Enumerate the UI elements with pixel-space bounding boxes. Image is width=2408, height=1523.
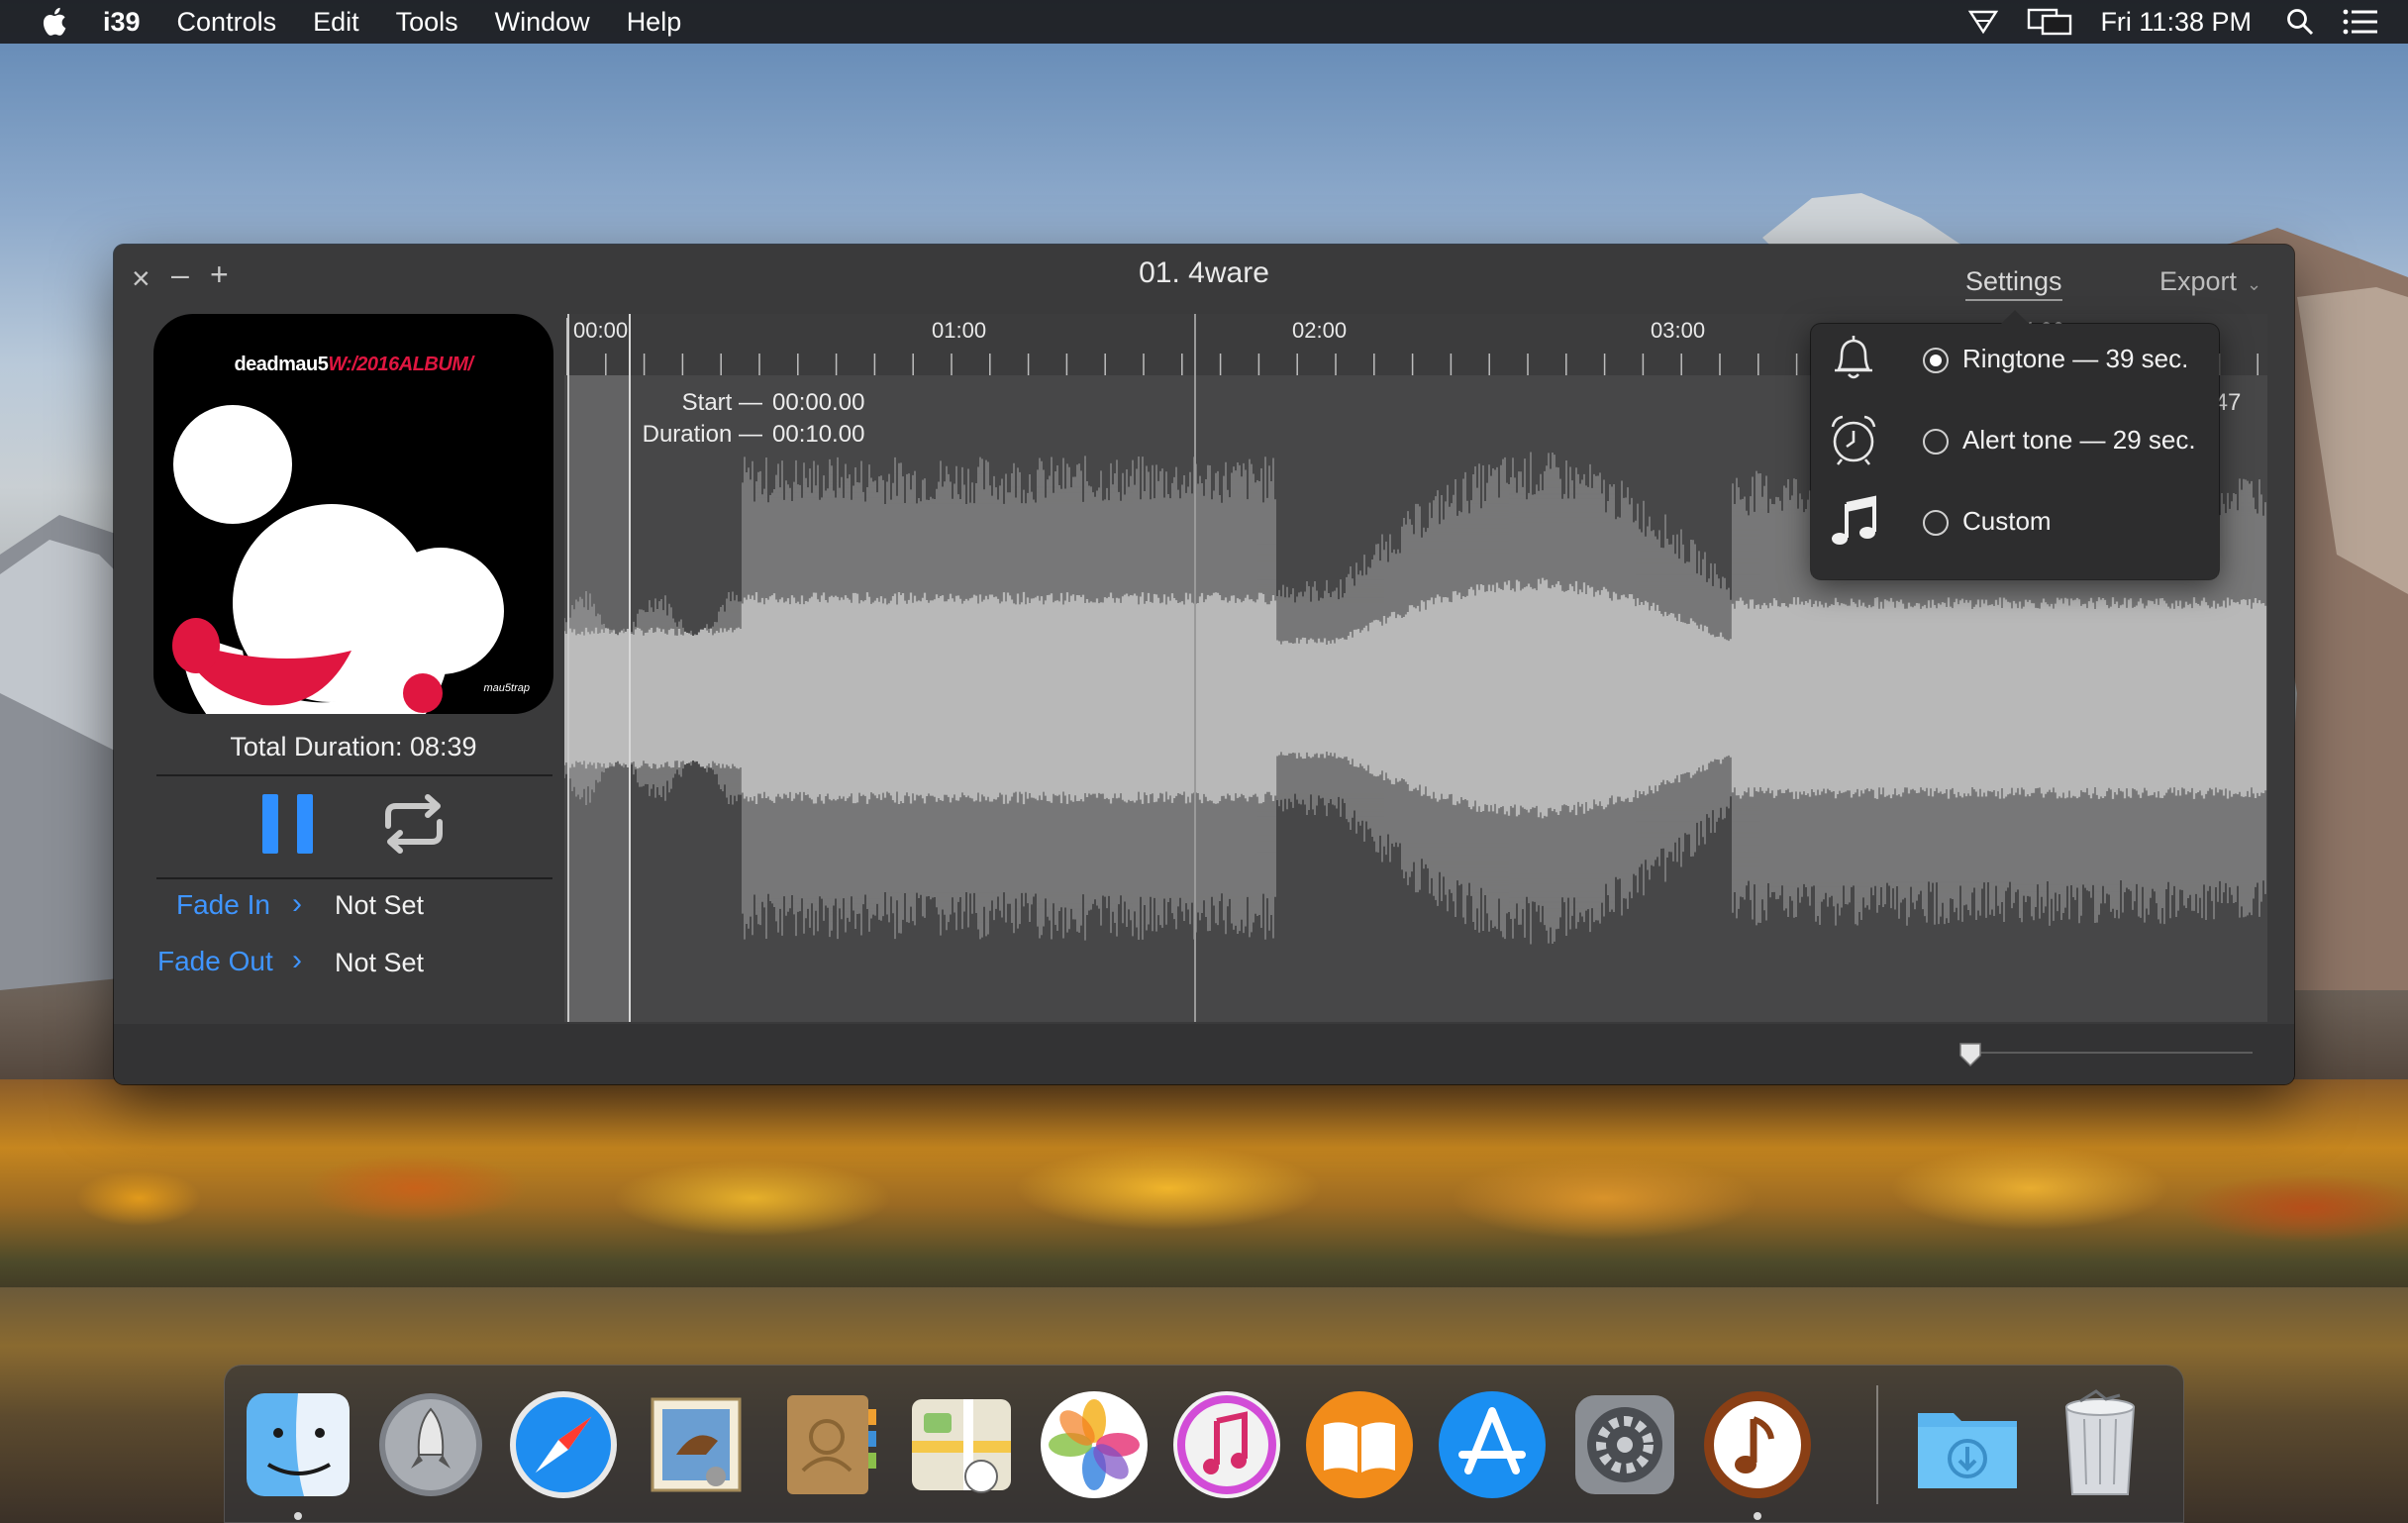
start-value: 00:00.00 xyxy=(772,389,865,416)
custom-radio[interactable] xyxy=(1923,510,1949,536)
selection-region[interactable] xyxy=(567,375,629,1022)
dock-separator xyxy=(1876,1385,1878,1504)
fade-out-button[interactable]: Fade Out xyxy=(157,946,273,977)
zoom-slider-knob[interactable] xyxy=(1958,1042,1982,1067)
finder-icon[interactable] xyxy=(239,1385,357,1504)
waveform-rms xyxy=(564,577,2267,819)
custom-option[interactable]: Custom xyxy=(1811,486,2219,556)
mail-icon[interactable] xyxy=(637,1385,755,1504)
duration-label: Duration — xyxy=(642,421,762,448)
alert-tone-option[interactable]: Alert tone — 29 sec. xyxy=(1811,405,2219,474)
pause-icon xyxy=(262,794,278,854)
cast-icon[interactable] xyxy=(1967,7,1999,37)
divider xyxy=(156,877,552,879)
menu-edit[interactable]: Edit xyxy=(313,7,359,38)
chevron-right-icon[interactable]: › xyxy=(292,944,302,977)
custom-label: Custom xyxy=(1962,506,2052,536)
repeat-icon[interactable] xyxy=(376,792,452,856)
trash-icon[interactable] xyxy=(2041,1385,2159,1504)
music-note-icon xyxy=(1832,495,1876,545)
safari-icon[interactable] xyxy=(504,1385,623,1504)
itunes-icon[interactable] xyxy=(1167,1385,1286,1504)
fade-out-value: Not Set xyxy=(335,948,425,977)
ringtone-label: Ringtone — 39 sec. xyxy=(1962,344,2189,373)
alarm-clock-icon xyxy=(1831,415,1876,465)
bell-icon xyxy=(1835,336,1872,379)
export-label: Export xyxy=(2159,266,2238,296)
i39-icon[interactable] xyxy=(1698,1385,1817,1504)
downloads-folder-icon[interactable] xyxy=(1908,1385,2027,1504)
display-mirroring-icon[interactable] xyxy=(2027,7,2072,37)
zoom-slider-track[interactable] xyxy=(1965,1052,2253,1054)
total-duration: Total Duration: 08:39 xyxy=(230,732,477,762)
selection-start-line[interactable] xyxy=(567,314,569,1022)
menubar-clock[interactable]: Fri 11:38 PM xyxy=(2100,7,2252,38)
settings-popover: Ringtone — 39 sec. Alert tone — 29 sec. xyxy=(1811,310,2219,579)
menu-controls[interactable]: Controls xyxy=(177,7,277,38)
ruler-label: 02:00 xyxy=(1292,318,1348,343)
start-label: Start — xyxy=(681,389,762,416)
photos-icon[interactable] xyxy=(1035,1385,1154,1504)
dock xyxy=(224,1365,2184,1523)
menu-app-name[interactable]: i39 xyxy=(103,7,141,38)
app-window: × – + 01. 4ware Settings Export ⌄ deadmau… xyxy=(114,245,2294,1084)
mouse-head-graphic xyxy=(172,405,504,714)
system-preferences-icon[interactable] xyxy=(1565,1385,1684,1504)
album-label-text: mau5trap xyxy=(483,682,530,694)
alert-tone-label: Alert tone — 29 sec. xyxy=(1962,425,2196,455)
fade-in-button[interactable]: Fade In xyxy=(176,889,270,921)
divider xyxy=(156,774,552,776)
ringtone-option[interactable]: Ringtone — 39 sec. xyxy=(1811,324,2219,393)
ruler-label: 03:00 xyxy=(1651,318,1706,343)
ibooks-icon[interactable] xyxy=(1300,1385,1419,1504)
ruler-label: 00:00 xyxy=(573,318,629,343)
pause-button[interactable] xyxy=(262,794,316,854)
contacts-icon[interactable] xyxy=(769,1385,888,1504)
chevron-right-icon[interactable]: › xyxy=(292,887,302,921)
ringtone-radio[interactable] xyxy=(1923,348,1949,373)
app-store-icon[interactable] xyxy=(1433,1385,1552,1504)
ruler-label: 01:00 xyxy=(932,318,987,343)
menu-bar: i39 Controls Edit Tools Window Help Fri … xyxy=(0,0,2408,44)
export-button[interactable]: Export ⌄ xyxy=(2159,266,2261,297)
album-artwork: deadmau5W:/2016ALBUM/ mau5trap xyxy=(153,314,553,714)
menu-tools[interactable]: Tools xyxy=(396,7,458,38)
alert-tone-radio[interactable] xyxy=(1923,429,1949,455)
menu-help[interactable]: Help xyxy=(627,7,682,38)
fade-in-value: Not Set xyxy=(335,890,425,920)
apple-menu-icon[interactable] xyxy=(38,4,73,40)
launchpad-icon[interactable] xyxy=(371,1385,490,1504)
menu-window[interactable]: Window xyxy=(495,7,590,38)
settings-button[interactable]: Settings xyxy=(1965,266,2062,301)
duration-value: 00:10.00 xyxy=(772,421,865,448)
notification-center-icon[interactable] xyxy=(2343,9,2378,35)
maps-icon[interactable] xyxy=(902,1385,1021,1504)
chevron-down-icon: ⌄ xyxy=(2247,274,2262,294)
window-titlebar[interactable]: × – + 01. 4ware Settings Export ⌄ xyxy=(114,245,2294,312)
playhead-line[interactable] xyxy=(1194,314,1196,1022)
spotlight-search-icon[interactable] xyxy=(2285,7,2315,37)
